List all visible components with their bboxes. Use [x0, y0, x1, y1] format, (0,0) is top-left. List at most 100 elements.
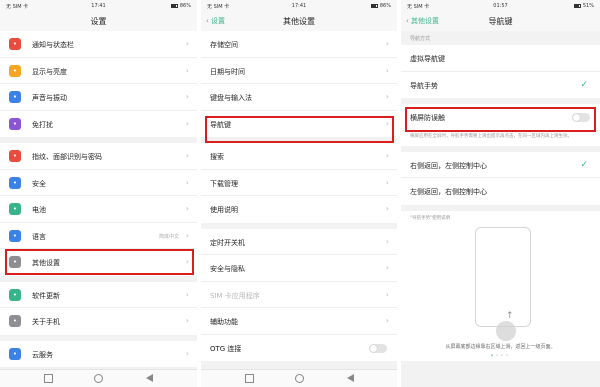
chevron-right-icon: ›: [185, 230, 189, 240]
settings-list: • 通知与状态栏 › • 显示与亮度 › • 声音与振动 › • 免打扰 › • 指纹、面部识别与密码 › •…: [0, 31, 197, 373]
otg-toggle[interactable]: [369, 343, 387, 353]
list-item[interactable]: • 云服务 ›: [0, 341, 197, 368]
list-item[interactable]: • 声音与振动 ›: [0, 84, 197, 111]
list-item[interactable]: 日期与时间 ›: [201, 58, 397, 84]
list-item-label: 免打扰: [32, 120, 53, 129]
list-item-value: 简体中文: [158, 233, 179, 240]
settings-group: • 通知与状态栏 › • 显示与亮度 › • 声音与振动 › • 免打扰 ›: [0, 31, 197, 137]
chevron-right-icon: ›: [185, 39, 189, 48]
list-item[interactable]: 安全与隐私 ›: [201, 255, 397, 282]
list-item-label: 云服务: [32, 350, 53, 359]
list-item-label: 显示与亮度: [32, 67, 67, 76]
system-nav-bar: [201, 369, 397, 387]
back-icon[interactable]: [347, 374, 354, 382]
settings-group: 搜索 › 下载管理 › 使用说明 ›: [201, 143, 397, 223]
other-settings-screen: 无 SIM 卡 17:41 86% ‹ 设置 其他设置 存储空间 › 日期与时间 › 键…: [201, 0, 397, 387]
brightness-icon: •: [9, 64, 21, 77]
other-settings-list: 存储空间 › 日期与时间 › 键盘与输入法 › 导航键 › 搜索 › 下载管理 › 使用说明 › 定时开关机…: [201, 31, 397, 367]
list-item-label: 电池: [32, 206, 46, 214]
chevron-right-icon: ›: [185, 65, 189, 75]
list-item[interactable]: 右侧返回，左侧控制中心 ✓: [401, 152, 600, 178]
list-item-label: 日期与时间: [210, 67, 245, 76]
list-item-label: 存储空间: [210, 41, 238, 49]
chevron-right-icon: ›: [185, 118, 189, 128]
back-icon[interactable]: [146, 374, 153, 382]
list-item[interactable]: 使用说明 ›: [201, 196, 397, 223]
list-item[interactable]: 下载管理 ›: [201, 170, 397, 196]
arrow-up-icon: ↑: [506, 310, 514, 321]
list-item-label: 导航手势: [410, 81, 438, 90]
list-item-label: 下载管理: [210, 179, 238, 188]
list-item-label: 键盘与输入法: [210, 94, 252, 102]
chevron-right-icon: ›: [185, 316, 189, 325]
battery-icon: [171, 3, 179, 8]
list-item[interactable]: • 语言 简体中文 ›: [0, 223, 197, 249]
battery-indicator: 86%: [371, 3, 391, 9]
settings-group: 定时开关机 › 安全与隐私 › SIM 卡应用程序 › 辅助功能 › OTG 连接: [201, 228, 397, 362]
chevron-right-icon: ›: [385, 151, 389, 160]
header: ‹ 其他设置 导航键: [401, 11, 600, 31]
shield-icon: •: [9, 176, 21, 189]
section-header: 导航方式: [410, 36, 431, 42]
battery-icon: [574, 3, 582, 8]
list-item[interactable]: SIM 卡应用程序 ›: [201, 282, 397, 308]
list-item[interactable]: OTG 连接: [201, 335, 397, 362]
chevron-right-icon: ›: [185, 92, 189, 101]
moon-icon: •: [9, 117, 21, 130]
recents-icon[interactable]: [245, 374, 254, 383]
page-dots[interactable]: ••••: [401, 353, 600, 359]
list-item[interactable]: 辅助功能 ›: [201, 308, 397, 335]
highlight-frame-nav-keys: [205, 116, 394, 143]
chevron-right-icon: ›: [385, 204, 389, 213]
battery-indicator: 51%: [574, 3, 594, 9]
list-item-label: 通知与状态栏: [32, 41, 74, 49]
battery-indicator: 86%: [171, 3, 191, 9]
list-item[interactable]: 虚拟导航键: [401, 45, 600, 72]
list-item[interactable]: • 通知与状态栏 ›: [0, 31, 197, 58]
header: 设置: [0, 11, 197, 31]
list-item[interactable]: 左侧返回，右侧控制中心: [401, 178, 600, 205]
list-item-label: 左侧返回，右侧控制中心: [410, 188, 487, 196]
highlight-frame-anti-mistouch: [405, 107, 596, 132]
check-icon: ✓: [580, 79, 588, 90]
home-icon[interactable]: [94, 374, 103, 383]
list-item[interactable]: 键盘与输入法 ›: [201, 84, 397, 111]
list-item[interactable]: • 显示与亮度 ›: [0, 58, 197, 84]
list-item[interactable]: • 免打扰 ›: [0, 111, 197, 138]
list-item-label: OTG 连接: [210, 344, 242, 353]
list-item-label: 指纹、面部识别与密码: [32, 153, 102, 161]
system-nav-bar: [0, 369, 197, 387]
clock: 17:41: [91, 3, 106, 9]
chevron-right-icon: ›: [185, 151, 189, 160]
chevron-right-icon: ›: [385, 92, 389, 101]
gesture-instruction: 从屏幕底部边缘靠右区域上滑，返回上一级页面。: [445, 343, 556, 350]
list-item-label: 搜索: [210, 153, 224, 161]
chevron-right-icon: ›: [185, 204, 189, 213]
list-item[interactable]: • 电池 ›: [0, 196, 197, 223]
list-item[interactable]: 搜索 ›: [201, 143, 397, 170]
list-item[interactable]: • 软件更新 ›: [0, 282, 197, 308]
list-item[interactable]: 存储空间 ›: [201, 31, 397, 58]
settings-group: • 软件更新 › • 关于手机 ›: [0, 281, 197, 335]
clock: 17:41: [291, 3, 307, 9]
list-item-label: 右侧返回，左侧控制中心: [410, 161, 487, 170]
gesture-guide: "导航手势"使用说明 ↑ 从屏幕底部边缘靠右区域上滑，返回上一级页面。 ••••: [401, 210, 600, 361]
list-item-label: 安全与隐私: [210, 265, 245, 273]
list-item[interactable]: • 安全 ›: [0, 170, 197, 196]
list-item[interactable]: • 指纹、面部识别与密码 ›: [0, 143, 197, 170]
page-title: 其他设置: [283, 17, 315, 26]
cloud-icon: •: [9, 347, 21, 360]
settings-screen: 无 SIM 卡 17:41 86% 设置 • 通知与状态栏 › • 显示与亮度 › • 声音与…: [0, 0, 197, 387]
home-icon[interactable]: [295, 374, 304, 383]
chevron-right-icon: ›: [385, 263, 389, 272]
nav-keys-content: 导航方式 虚拟导航键 导航手势 ✓ 横屏防误触 横屏应用在全屏时，导航手势需要上滑出…: [401, 31, 600, 361]
list-item[interactable]: • 关于手机 ›: [0, 308, 197, 335]
list-item-label: 定时开关机: [210, 238, 245, 247]
chevron-right-icon: ›: [185, 177, 189, 187]
list-item[interactable]: 定时开关机 ›: [201, 229, 397, 255]
nav-method-group: 虚拟导航键导航手势 ✓: [401, 45, 600, 98]
check-icon: ✓: [580, 159, 588, 170]
battery-percent: 86%: [179, 3, 191, 9]
list-item[interactable]: 导航手势 ✓: [401, 72, 600, 99]
recents-icon[interactable]: [44, 374, 53, 383]
